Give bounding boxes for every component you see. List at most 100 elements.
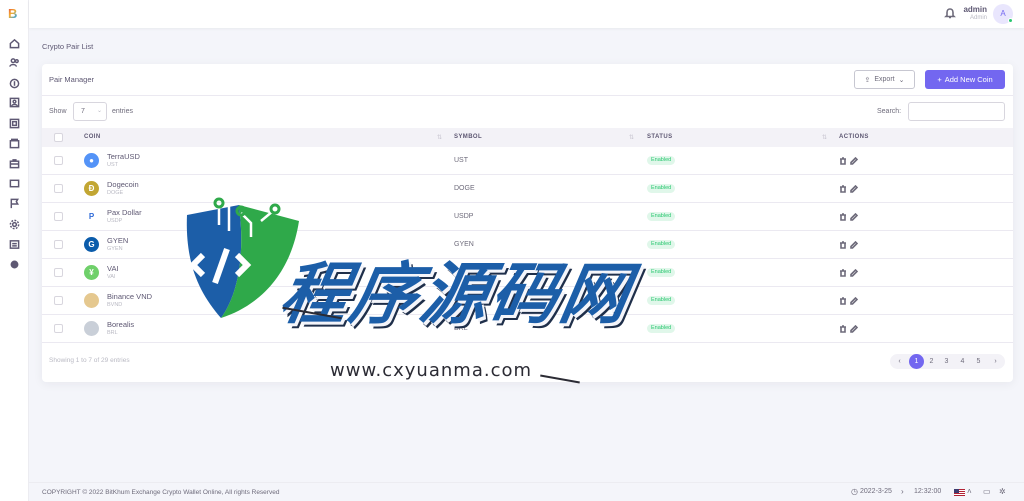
coin-symbol: USDP — [454, 213, 474, 220]
online-status-dot — [1008, 18, 1013, 23]
gear-icon[interactable]: ✲ — [999, 487, 1006, 496]
pagination-prev[interactable]: ‹ — [892, 354, 907, 369]
delete-icon[interactable] — [839, 213, 847, 221]
export-label: Export — [874, 76, 895, 83]
column-header-status[interactable]: STATUS — [647, 128, 673, 147]
chevron-up-icon[interactable]: ˄ — [967, 487, 972, 496]
row-checkbox[interactable] — [54, 212, 63, 221]
pagination-page-5[interactable]: 5 — [971, 354, 986, 369]
pagination: ‹ 1 2 3 4 5 › — [890, 354, 1005, 369]
coin-name: GYEN — [107, 236, 129, 245]
row-checkbox[interactable] — [54, 268, 63, 277]
export-icon: ⇪ — [864, 76, 871, 84]
row-checkbox[interactable] — [54, 156, 63, 165]
delete-icon[interactable] — [839, 297, 847, 305]
coin-name: TerraUSD — [107, 152, 140, 161]
pagination-page-2[interactable]: 2 — [924, 354, 939, 369]
delete-icon[interactable] — [839, 185, 847, 193]
coin-code: VAI — [107, 274, 116, 280]
sidebar-profile-icon[interactable] — [8, 96, 20, 108]
column-header-actions: ACTIONS — [839, 134, 869, 140]
edit-icon[interactable] — [850, 184, 859, 193]
footer-date: 2022-3-25 — [860, 488, 892, 495]
search-input[interactable] — [908, 102, 1005, 121]
sidebar-briefcase-icon[interactable] — [8, 157, 20, 169]
sidebar-gear-icon[interactable] — [8, 258, 20, 270]
sidebar-home-icon[interactable] — [8, 37, 20, 49]
sidebar-users-icon[interactable] — [8, 56, 20, 68]
delete-icon[interactable] — [839, 157, 847, 165]
sidebar-list-icon[interactable] — [8, 238, 20, 250]
entries-label: entries — [112, 108, 134, 115]
status-badge: Enabled — [647, 268, 676, 277]
sort-icon[interactable]: ⇅ — [629, 134, 634, 141]
coin-symbol: UST — [454, 157, 468, 164]
row-checkbox[interactable] — [54, 184, 63, 193]
terrausd-icon: ● — [84, 153, 99, 168]
coin-code: UST — [107, 162, 118, 168]
card-title: Pair Manager — [49, 75, 95, 84]
delete-icon[interactable] — [839, 269, 847, 277]
watermark-url: www.cxyuanma.com — [330, 360, 533, 381]
copyright-text: COPYRIGHT © 2022 BitKhum Exchange Crypto… — [42, 489, 280, 496]
sidebar-coin-icon[interactable] — [8, 77, 20, 89]
coin-name: Binance VND — [107, 292, 153, 301]
sidebar-card-icon[interactable] — [8, 177, 20, 189]
gyen-icon: G — [84, 237, 99, 252]
column-header-coin[interactable]: COIN — [84, 128, 101, 147]
us-flag-icon[interactable] — [954, 489, 965, 496]
delete-icon[interactable] — [839, 325, 847, 333]
coin-name: Dogecoin — [107, 180, 139, 189]
delete-icon[interactable] — [839, 241, 847, 249]
borealis-icon — [84, 321, 99, 336]
pax-dollar-icon: P — [84, 209, 99, 224]
chevron-down-icon: ⌄ — [898, 76, 905, 84]
export-button[interactable]: ⇪ Export ⌄ — [854, 70, 915, 89]
sidebar-settings-icon[interactable] — [8, 218, 20, 230]
pagination-page-3[interactable]: 3 — [939, 354, 954, 369]
add-label: Add New Coin — [944, 75, 993, 84]
coin-symbol: DOGE — [454, 185, 475, 192]
binance-vnd-icon — [84, 293, 99, 308]
status-badge: Enabled — [647, 296, 676, 305]
pagination-page-1[interactable]: 1 — [909, 354, 924, 369]
edit-icon[interactable] — [850, 240, 859, 249]
column-header-symbol[interactable]: SYMBOL — [454, 128, 482, 147]
coin-code: DOGE — [107, 190, 124, 196]
sidebar-flag-icon[interactable] — [8, 197, 20, 209]
sidebar-folder-icon[interactable] — [8, 137, 20, 149]
show-label: Show — [49, 108, 67, 115]
footer-time: 12:32:00 — [914, 488, 942, 495]
breadcrumb: Crypto Pair List — [42, 42, 94, 51]
chevron-right-icon: › — [901, 487, 904, 496]
search-label: Search: — [877, 108, 902, 115]
window-icon[interactable]: ▭ — [983, 487, 991, 496]
edit-icon[interactable] — [850, 324, 859, 333]
edit-icon[interactable] — [850, 296, 859, 305]
sort-icon[interactable]: ⇅ — [822, 134, 827, 141]
row-checkbox[interactable] — [54, 324, 63, 333]
add-new-coin-button[interactable]: + Add New Coin — [925, 70, 1005, 89]
card-divider — [42, 95, 1013, 96]
sidebar-box-icon[interactable] — [8, 117, 20, 129]
sidebar: B — [0, 0, 29, 501]
pagination-next[interactable]: › — [988, 354, 1003, 369]
plus-icon: + — [937, 75, 942, 84]
row-checkbox[interactable] — [54, 296, 63, 305]
row-checkbox[interactable] — [54, 240, 63, 249]
app-logo[interactable]: B — [8, 7, 20, 21]
top-bar: admin Admin A — [29, 0, 1024, 28]
edit-icon[interactable] — [850, 156, 859, 165]
entries-info: Showing 1 to 7 of 29 entries — [49, 357, 130, 364]
edit-icon[interactable] — [850, 212, 859, 221]
pagination-page-4[interactable]: 4 — [955, 354, 970, 369]
edit-icon[interactable] — [850, 268, 859, 277]
status-badge: Enabled — [647, 212, 676, 221]
watermark-title: 程序源码网 — [274, 255, 638, 333]
entries-select[interactable]: 7 ⌄ — [73, 102, 107, 121]
dogecoin-icon: Ð — [84, 181, 99, 196]
status-badge: Enabled — [647, 240, 676, 249]
user-name[interactable]: admin — [951, 5, 987, 14]
sort-icon[interactable]: ⇅ — [437, 134, 442, 141]
select-all-checkbox[interactable] — [54, 133, 63, 142]
